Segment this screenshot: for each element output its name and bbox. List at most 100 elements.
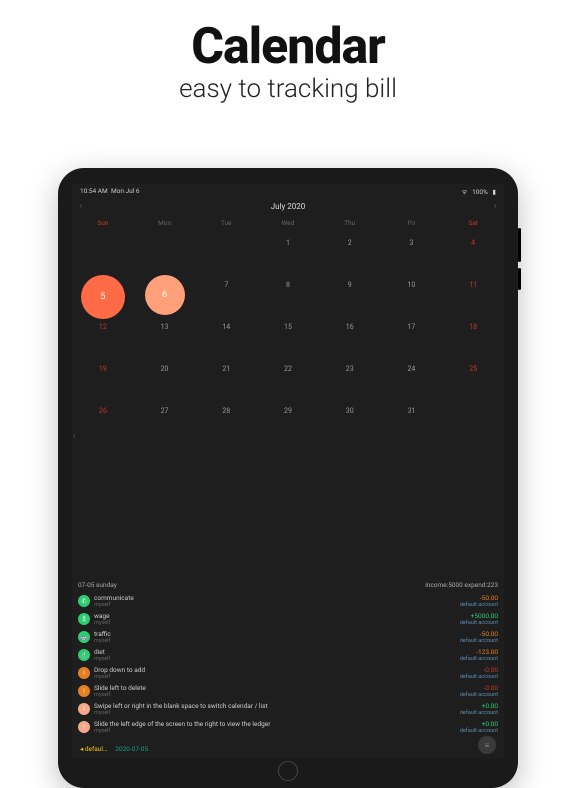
day-cell[interactable] [72,237,134,279]
day-cell[interactable]: 30 [319,405,381,447]
day-cell[interactable]: 7 [195,279,257,321]
list-item[interactable]: 🚌trafficmyself-50.00default account [78,628,498,646]
day-cell[interactable]: 1 [257,237,319,279]
footer-bar: ◂ defaul… 2020-07-05 ≡ [72,743,504,755]
status-time-date: 10:54 AM Mon Jul 6 [80,187,140,196]
list-item[interactable]: !Drop down to addmyself-0.00default acco… [78,664,498,682]
day-cell[interactable]: 20 [134,363,196,405]
entry-subtitle: myself [94,638,460,644]
battery-percent: 100% [472,188,488,196]
day-cell[interactable]: 19 [72,363,134,405]
entry-account: default account [460,710,498,716]
day-bubble-today[interactable]: 6 [145,275,185,315]
day-cell[interactable]: 12 [72,321,134,363]
day-cell[interactable]: 27 [134,405,196,447]
list-summary: income:5000 expend:223 [425,581,498,589]
status-right: ᯤ 100% ▮ [459,187,497,196]
info-icon: ! [78,703,90,715]
dollar-icon: $ [78,613,90,625]
day-cell[interactable]: 28 [195,405,257,447]
day-cell[interactable] [195,237,257,279]
day-cell[interactable]: 3 [381,237,443,279]
menu-button[interactable]: ≡ [478,736,496,754]
day-cell[interactable]: 4 [442,237,504,279]
list-item[interactable]: ! Swipe left or right in the blank space … [78,700,498,718]
tablet-frame: 10:54 AM Mon Jul 6 ᯤ 100% ▮ ‹ July 2020 … [58,168,518,788]
weekday-mon: Mon [134,219,196,227]
app-screen: 10:54 AM Mon Jul 6 ᯤ 100% ▮ ‹ July 2020 … [72,184,504,758]
weekday-thu: Thu [319,219,381,227]
day-cell[interactable]: 15 [257,321,319,363]
battery-icon: ▮ [492,188,496,196]
day-cell[interactable]: 18 [442,321,504,363]
calendar-month-title: July 2020 [271,202,306,211]
day-cell[interactable]: 17 [381,321,443,363]
info-icon: ! [78,667,90,679]
entry-title: Drop down to add [94,666,460,674]
list-item[interactable]: ✆communicatemyself-50.00default account [78,592,498,610]
entry-amount: -50.00 [460,630,498,638]
entry-subtitle: myself [94,620,460,626]
entry-title: communicate [94,594,460,602]
day-cell[interactable]: 24 [381,363,443,405]
entry-title: Swipe left or right in the blank space t… [94,702,460,710]
entry-subtitle: myself [94,656,460,662]
entry-title: diet [94,648,460,656]
home-button[interactable] [278,761,298,781]
next-month-button[interactable]: › [490,200,500,214]
weekday-header: Sun Mon Tue Wed Thu Fri Sat [72,219,504,227]
day-cell[interactable]: 31 [381,405,443,447]
status-bar: 10:54 AM Mon Jul 6 ᯤ 100% ▮ [72,184,504,198]
hero-subtitle: easy to tracking bill [0,74,576,104]
day-cell[interactable] [442,405,504,447]
list-item[interactable]: $ wagemyself+5000.00default account [78,610,498,628]
footer-date[interactable]: 2020-07-05 [115,745,148,753]
weekday-wed: Wed [257,219,319,227]
list-item[interactable]: !Slide the left edge of the screen to th… [78,718,498,736]
entry-amount: +5000.00 [460,612,498,620]
day-bubble-active[interactable]: 5 [81,275,125,319]
entry-title: wage [94,612,460,620]
weekday-sat: Sat [442,219,504,227]
prev-month-button[interactable]: ‹ [76,200,86,214]
day-cell[interactable]: 26 [72,405,134,447]
power-button [518,228,521,262]
entry-title: Slide left to delete [94,684,460,692]
wifi-icon: ᯤ [462,188,468,196]
day-cell[interactable]: 23 [319,363,381,405]
entry-account: default account [460,692,498,698]
back-edge-handle[interactable]: ‹ [73,431,76,441]
day-cell[interactable]: 8 [257,279,319,321]
list-item[interactable]: 🍴dietmyself-123.00default account [78,646,498,664]
day-cell[interactable]: 29 [257,405,319,447]
volume-button [518,268,521,290]
day-cell[interactable]: 11 [442,279,504,321]
phone-icon: ✆ [78,595,90,607]
weekday-fri: Fri [381,219,443,227]
ledger-selector[interactable]: ◂ defaul… [80,745,107,753]
transaction-list: 07-05 sunday income:5000 expend:223 ✆com… [72,577,504,736]
day-cell[interactable]: 10 [381,279,443,321]
entry-subtitle: myself [94,602,460,608]
entry-account: default account [460,674,498,680]
entry-account: default account [460,656,498,662]
day-cell[interactable]: 21 [195,363,257,405]
fork-icon: 🍴 [78,649,90,661]
entry-subtitle: myself [94,674,460,680]
entry-title: Slide the left edge of the screen to the… [94,720,460,728]
day-cell[interactable]: 6 [134,279,196,321]
day-cell[interactable] [134,237,196,279]
list-item[interactable]: !Slide left to deletemyself-0.00default … [78,682,498,700]
entry-amount: +0.00 [460,720,498,728]
day-cell[interactable]: 13 [134,321,196,363]
day-cell[interactable]: 22 [257,363,319,405]
entry-subtitle: myself [94,692,460,698]
day-cell[interactable]: 2 [319,237,381,279]
day-cell[interactable]: 5 [72,279,134,321]
entry-account: default account [460,620,498,626]
day-cell[interactable]: 25 [442,363,504,405]
entry-title: traffic [94,630,460,638]
day-cell[interactable]: 14 [195,321,257,363]
day-cell[interactable]: 9 [319,279,381,321]
day-cell[interactable]: 16 [319,321,381,363]
